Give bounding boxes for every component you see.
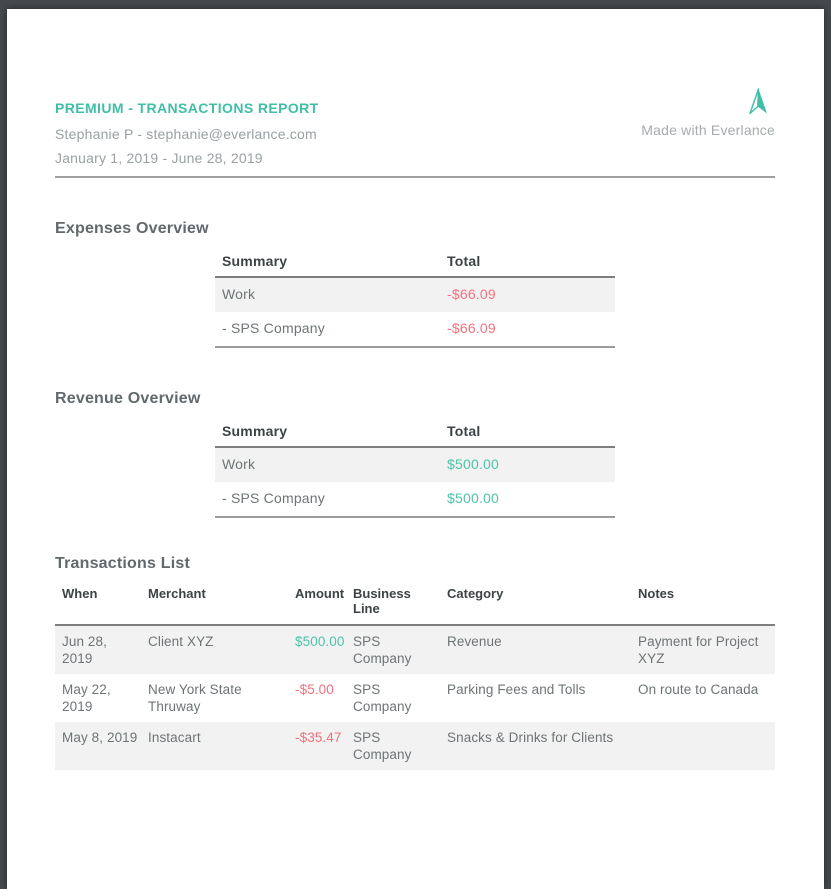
summary-cell: Work <box>215 456 447 473</box>
made-with-label: Made with Everlance <box>595 122 775 138</box>
expenses-table-header: Summary Total <box>215 248 615 278</box>
amount-value: $500.00 <box>447 490 499 506</box>
column-header-merchant: Merchant <box>148 586 295 616</box>
amount-value: $500.00 <box>447 456 499 472</box>
transactions-table: When Merchant Amount Business Line Categ… <box>55 582 775 770</box>
merchant-cell: New York State Thruway <box>148 681 295 715</box>
table-row: Work -$66.09 <box>215 278 615 312</box>
notes-cell: On route to Canada <box>638 681 775 715</box>
category-cell: Parking Fees and Tolls <box>447 681 638 715</box>
viewer-background: { "header": { "title": "PREMIUM - TRANSA… <box>0 0 831 711</box>
column-header-category: Category <box>447 586 638 616</box>
merchant-cell: Client XYZ <box>148 633 295 667</box>
transaction-row: May 22, 2019 New York State Thruway -$5.… <box>55 674 775 722</box>
column-header-total: Total <box>447 253 615 269</box>
expenses-overview-table: Summary Total Work -$66.09 - SPS Company… <box>215 248 615 348</box>
revenue-table-header: Summary Total <box>215 418 615 448</box>
total-cell: -$66.09 <box>447 320 615 337</box>
business-line-cell: SPS Company <box>353 633 447 667</box>
column-header-notes: Notes <box>638 586 775 616</box>
amount-value: -$66.09 <box>447 286 496 302</box>
summary-cell: - SPS Company <box>215 320 447 337</box>
brand-block: Made with Everlance <box>595 88 775 138</box>
date-range: January 1, 2019 - June 28, 2019 <box>55 151 775 166</box>
everlance-logo-icon <box>748 88 769 115</box>
header-divider <box>55 176 775 178</box>
when-cell: May 8, 2019 <box>55 729 148 763</box>
table-bottom-border <box>215 516 615 518</box>
report-content: PREMIUM - TRANSACTIONS REPORT Stephanie … <box>7 9 824 770</box>
notes-cell: Payment for Project XYZ <box>638 633 775 667</box>
column-header-summary: Summary <box>215 253 447 269</box>
transaction-row: May 8, 2019 Instacart -$35.47 SPS Compan… <box>55 722 775 770</box>
table-row: - SPS Company $500.00 <box>215 482 615 516</box>
amount-cell: -$5.00 <box>295 681 353 715</box>
business-line-cell: SPS Company <box>353 729 447 763</box>
business-line-cell: SPS Company <box>353 681 447 715</box>
transactions-table-header: When Merchant Amount Business Line Categ… <box>55 582 775 626</box>
summary-cell: - SPS Company <box>215 490 447 507</box>
when-cell: May 22, 2019 <box>55 681 148 715</box>
when-cell: Jun 28, 2019 <box>55 633 148 667</box>
category-cell: Revenue <box>447 633 638 667</box>
revenue-overview-heading: Revenue Overview <box>55 390 775 407</box>
total-cell: -$66.09 <box>447 286 615 303</box>
transaction-row: Jun 28, 2019 Client XYZ $500.00 SPS Comp… <box>55 626 775 674</box>
amount-cell: $500.00 <box>295 633 353 667</box>
amount-value: -$5.00 <box>295 682 334 697</box>
table-bottom-border <box>215 346 615 348</box>
expenses-overview-heading: Expenses Overview <box>55 220 775 237</box>
amount-value: $500.00 <box>295 634 345 649</box>
amount-value: -$35.47 <box>295 730 342 745</box>
column-header-summary: Summary <box>215 423 447 439</box>
revenue-overview-table: Summary Total Work $500.00 - SPS Company… <box>215 418 615 518</box>
amount-value: -$66.09 <box>447 320 496 336</box>
notes-cell <box>638 729 775 763</box>
column-header-when: When <box>55 586 148 616</box>
total-cell: $500.00 <box>447 456 615 473</box>
report-page: PREMIUM - TRANSACTIONS REPORT Stephanie … <box>7 9 824 889</box>
total-cell: $500.00 <box>447 490 615 507</box>
category-cell: Snacks & Drinks for Clients <box>447 729 638 763</box>
table-row: Work $500.00 <box>215 448 615 482</box>
column-header-business-line: Business Line <box>353 586 447 616</box>
column-header-amount: Amount <box>295 586 353 616</box>
transactions-list-heading: Transactions List <box>55 555 775 572</box>
summary-cell: Work <box>215 286 447 303</box>
amount-cell: -$35.47 <box>295 729 353 763</box>
table-row: - SPS Company -$66.09 <box>215 312 615 346</box>
column-header-total: Total <box>447 423 615 439</box>
merchant-cell: Instacart <box>148 729 295 763</box>
